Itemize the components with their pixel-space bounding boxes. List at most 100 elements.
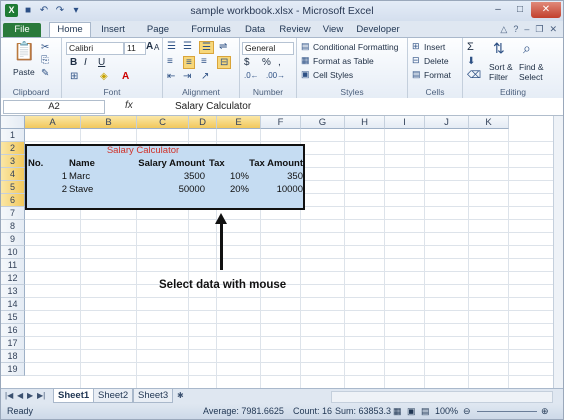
zoom-level[interactable]: 100% bbox=[435, 404, 458, 419]
row-header[interactable]: 4 bbox=[1, 168, 25, 181]
select-all-corner[interactable] bbox=[1, 116, 25, 129]
conditional-formatting-button[interactable]: Conditional Formatting bbox=[313, 42, 399, 52]
tab-view[interactable]: View bbox=[319, 23, 347, 37]
comma-button[interactable]: , bbox=[278, 57, 281, 68]
insert-cells-button[interactable]: Insert bbox=[424, 42, 445, 52]
fill-color-icon[interactable]: ◈ bbox=[100, 71, 108, 82]
doc-restore-icon[interactable]: ❐ bbox=[535, 24, 543, 35]
worksheet-grid[interactable]: ABCDEFGHIJK 1 2 3 4 5 6 7 8 9 10 11 12 13 14 15 16 17 18 1… bbox=[1, 116, 553, 388]
column-header[interactable]: G bbox=[301, 116, 345, 129]
row-header[interactable]: 15 bbox=[1, 311, 25, 324]
align-left-icon[interactable]: ≡ bbox=[167, 56, 173, 67]
align-center-icon[interactable]: ≡ bbox=[183, 56, 195, 69]
align-right-icon[interactable]: ≡ bbox=[201, 56, 207, 67]
column-header[interactable]: E bbox=[217, 116, 261, 129]
sort-label[interactable]: Sort & bbox=[489, 62, 513, 72]
increase-decimal-icon[interactable]: .0← bbox=[244, 71, 259, 80]
row-header[interactable]: 9 bbox=[1, 233, 25, 246]
format-painter-icon[interactable]: ✎ bbox=[41, 68, 49, 79]
tab-review[interactable]: Review bbox=[277, 23, 313, 37]
header-salary-amount[interactable]: Salary Amount bbox=[133, 157, 205, 170]
insert-function-button[interactable]: fx bbox=[125, 100, 133, 111]
row-header[interactable]: 2 bbox=[1, 142, 25, 155]
row-header[interactable]: 1 bbox=[1, 129, 25, 142]
sheet-title-cell[interactable]: Salary Calculator bbox=[43, 144, 243, 157]
last-sheet-icon[interactable]: ▶| bbox=[37, 391, 45, 400]
tab-developer[interactable]: Developer bbox=[355, 23, 401, 37]
font-color-icon[interactable]: A bbox=[122, 71, 129, 82]
row-header[interactable]: 18 bbox=[1, 350, 25, 363]
row-header[interactable]: 10 bbox=[1, 246, 25, 259]
row-header[interactable]: 7 bbox=[1, 207, 25, 220]
first-sheet-icon[interactable]: |◀ bbox=[5, 391, 13, 400]
filter-label[interactable]: Filter bbox=[489, 72, 508, 82]
row-header[interactable]: 14 bbox=[1, 298, 25, 311]
font-size-combo[interactable]: 11 bbox=[124, 42, 146, 55]
normal-view-icon[interactable]: ▦ bbox=[393, 404, 402, 419]
decrease-indent-icon[interactable]: ⇤ bbox=[167, 71, 175, 82]
row-header[interactable]: 11 bbox=[1, 259, 25, 272]
format-cells-button[interactable]: Format bbox=[424, 70, 451, 80]
paste-icon[interactable]: 📋 bbox=[13, 41, 35, 62]
bold-button[interactable]: B bbox=[70, 57, 77, 68]
close-icon[interactable]: ✕ bbox=[531, 2, 561, 18]
fill-icon[interactable]: ⬇ bbox=[467, 56, 475, 67]
doc-close-icon[interactable]: ✕ bbox=[549, 24, 557, 35]
align-bottom-icon[interactable]: ☰ bbox=[199, 41, 214, 54]
next-sheet-icon[interactable]: ▶ bbox=[27, 391, 33, 400]
table-row-cell[interactable]: 1 bbox=[41, 170, 67, 183]
select-label[interactable]: Select bbox=[519, 72, 543, 82]
tab-home[interactable]: Home bbox=[49, 22, 91, 37]
cut-icon[interactable]: ✂ bbox=[41, 42, 49, 53]
doc-minimize-icon[interactable]: – bbox=[524, 24, 529, 35]
table-row-cell[interactable]: 3500 bbox=[151, 170, 205, 183]
column-header[interactable]: D bbox=[189, 116, 217, 129]
borders-icon[interactable]: ⊞ bbox=[70, 71, 78, 82]
column-header[interactable]: F bbox=[261, 116, 301, 129]
sheet-tab-sheet2[interactable]: Sheet2 bbox=[93, 389, 134, 403]
align-top-icon[interactable]: ☰ bbox=[167, 41, 176, 52]
row-header[interactable]: 8 bbox=[1, 220, 25, 233]
header-name[interactable]: Name bbox=[69, 157, 95, 170]
table-row-cell[interactable]: 20% bbox=[223, 183, 249, 196]
minimize-ribbon-icon[interactable]: △ bbox=[500, 24, 507, 35]
percent-button[interactable]: % bbox=[262, 57, 271, 68]
header-no[interactable]: No. bbox=[28, 157, 43, 170]
copy-icon[interactable]: ⎘ bbox=[41, 55, 49, 66]
tab-data[interactable]: Data bbox=[241, 23, 269, 37]
prev-sheet-icon[interactable]: ◀ bbox=[17, 391, 23, 400]
increase-indent-icon[interactable]: ⇥ bbox=[183, 71, 191, 82]
number-format-combo[interactable]: General bbox=[242, 42, 294, 55]
maximize-icon[interactable]: □ bbox=[509, 2, 531, 18]
table-row-cell[interactable]: 350 bbox=[261, 170, 303, 183]
clear-icon[interactable]: ⌫ bbox=[467, 70, 481, 81]
grow-font-button[interactable]: A bbox=[146, 41, 153, 52]
tab-page-layout[interactable]: Page Layout bbox=[133, 23, 183, 49]
formula-input[interactable]: Salary Calculator bbox=[175, 101, 251, 112]
table-row-cell[interactable]: Stave bbox=[69, 183, 93, 196]
wrap-text-icon[interactable]: ⇌ bbox=[219, 41, 227, 52]
italic-button[interactable]: I bbox=[84, 57, 87, 68]
tab-file[interactable]: File bbox=[3, 23, 41, 37]
vertical-scrollbar[interactable] bbox=[553, 116, 563, 388]
tab-formulas[interactable]: Formulas bbox=[191, 23, 231, 37]
tab-insert[interactable]: Insert bbox=[93, 23, 133, 37]
row-header[interactable]: 19 bbox=[1, 363, 25, 376]
row-header[interactable]: 13 bbox=[1, 285, 25, 298]
column-header[interactable]: A bbox=[25, 116, 81, 129]
header-tax-amount[interactable]: Tax Amount bbox=[247, 157, 303, 170]
help-icon[interactable]: ? bbox=[513, 24, 518, 35]
table-row-cell[interactable]: 10000 bbox=[261, 183, 303, 196]
header-tax[interactable]: Tax bbox=[209, 157, 225, 170]
page-layout-view-icon[interactable]: ▣ bbox=[407, 404, 416, 419]
zoom-slider[interactable] bbox=[477, 411, 537, 412]
row-header[interactable]: 5 bbox=[1, 181, 25, 194]
merge-center-icon[interactable]: ⊟ bbox=[217, 56, 232, 69]
table-row-cell[interactable]: Marc bbox=[69, 170, 90, 183]
row-header[interactable]: 12 bbox=[1, 272, 25, 285]
delete-cells-button[interactable]: Delete bbox=[424, 56, 449, 66]
sheet-tab-sheet1[interactable]: Sheet1 bbox=[53, 389, 95, 403]
name-box[interactable]: A2 bbox=[3, 100, 105, 114]
align-middle-icon[interactable]: ☰ bbox=[183, 41, 192, 52]
table-row-cell[interactable]: 10% bbox=[223, 170, 249, 183]
